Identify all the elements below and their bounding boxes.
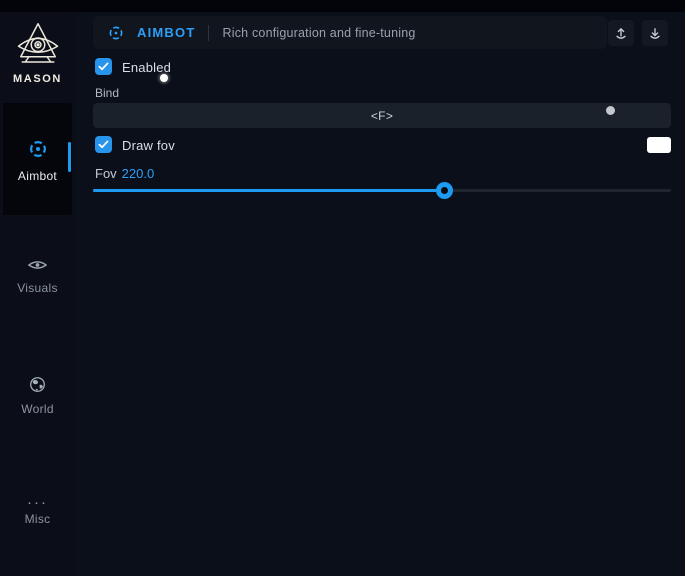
fov-label-text: Fov	[95, 166, 117, 181]
enabled-label: Enabled	[122, 60, 171, 75]
bind-keybind-input[interactable]: <F>	[93, 103, 671, 128]
crosshair-icon	[107, 24, 125, 42]
bind-indicator-dot	[606, 106, 615, 115]
upload-tray-icon	[613, 25, 629, 42]
target-icon	[0, 138, 75, 165]
header-divider	[208, 25, 209, 41]
globe-icon	[0, 376, 75, 398]
top-strip	[0, 0, 685, 12]
ellipsis-icon: ···	[0, 496, 75, 512]
page-subtitle: Rich configuration and fine-tuning	[222, 26, 415, 40]
sidebar-item-misc[interactable]: ··· Misc	[0, 496, 75, 526]
fov-value: 220.0	[122, 166, 155, 181]
checkmark-icon	[98, 140, 109, 149]
fov-slider-track[interactable]	[93, 189, 671, 192]
sidebar-item-aimbot[interactable]: Aimbot	[0, 138, 75, 183]
app-logo: MASON	[0, 18, 75, 85]
checkmark-icon	[98, 62, 109, 71]
download-tray-icon	[647, 25, 663, 42]
draw-fov-label: Draw fov	[122, 138, 175, 153]
draw-fov-checkbox[interactable]	[95, 136, 112, 153]
fov-label: Fov 220.0	[95, 166, 154, 181]
fov-color-swatch[interactable]	[647, 137, 671, 153]
download-config-button[interactable]	[642, 20, 668, 46]
bind-label: Bind	[95, 86, 119, 100]
upload-config-button[interactable]	[608, 20, 634, 46]
sidebar-item-label: World	[0, 402, 75, 416]
bind-value: <F>	[371, 109, 393, 123]
page-title: AIMBOT	[137, 25, 195, 40]
fov-slider-handle[interactable]	[436, 182, 453, 199]
enabled-checkbox[interactable]	[95, 58, 112, 75]
logo-label: MASON	[0, 73, 75, 85]
sidebar-item-world[interactable]: World	[0, 376, 75, 416]
main-content: AIMBOT Rich configuration and fine-tunin…	[75, 12, 685, 576]
sidebar-item-label: Visuals	[0, 281, 75, 295]
sidebar-item-label: Misc	[0, 512, 75, 526]
mouse-cursor	[160, 74, 168, 82]
sidebar: MASON Aimbot Visuals	[0, 0, 75, 576]
sidebar-item-visuals[interactable]: Visuals	[0, 258, 75, 295]
eye-icon	[0, 258, 75, 277]
fov-slider-fill	[93, 189, 446, 192]
app-window: MASON Aimbot Visuals	[0, 0, 685, 576]
eye-pyramid-icon	[0, 18, 75, 70]
sidebar-item-label: Aimbot	[0, 169, 75, 183]
page-header: AIMBOT Rich configuration and fine-tunin…	[93, 16, 607, 49]
